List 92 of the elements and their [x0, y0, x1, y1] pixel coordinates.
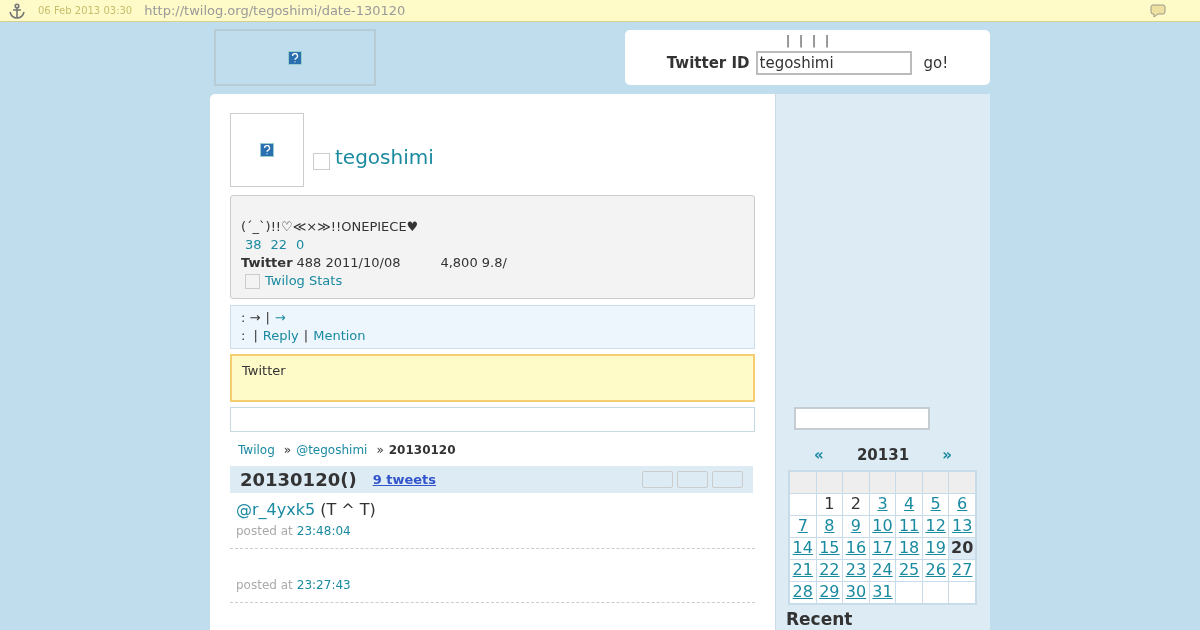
weekday-header-cell — [869, 471, 896, 493]
count-link[interactable]: 0 — [296, 236, 305, 254]
link-separator: | — [253, 327, 258, 345]
profile-name-link[interactable]: tegoshimi — [335, 142, 434, 172]
search-field[interactable] — [794, 407, 930, 430]
broken-image-icon — [288, 50, 302, 65]
mention-link[interactable]: Mention — [313, 327, 366, 345]
links-prefix: : → — [241, 309, 261, 327]
calendar-day[interactable]: 15 — [816, 537, 843, 559]
checkbox-placeholder-icon — [313, 153, 330, 170]
go-button[interactable]: go! — [923, 51, 949, 75]
calendar-day[interactable]: 13 — [949, 515, 975, 537]
time-link[interactable]: 23:48:04 — [296, 522, 351, 540]
calendar-day[interactable]: 26 — [922, 559, 949, 581]
calendar-day[interactable]: 29 — [816, 581, 843, 603]
count-link[interactable]: 22 — [270, 236, 288, 254]
calendar-day[interactable]: 3 — [869, 493, 896, 515]
toolbar-button[interactable] — [642, 471, 673, 488]
notice-text: Twitter — [242, 363, 286, 378]
weekday-header-cell — [896, 471, 922, 493]
calendar-day[interactable]: 12 — [922, 515, 949, 537]
calendar-day[interactable]: 21 — [790, 559, 816, 581]
calendar-title: 20131 — [856, 445, 910, 466]
calendar-day[interactable]: 30 — [843, 581, 869, 603]
calendar-day[interactable]: 14 — [790, 537, 816, 559]
profile-bio: (´_`)!!♡≪×≫!!ONEPIECE♥ — [241, 218, 420, 236]
link-separator: | — [265, 309, 270, 327]
toolbar-button[interactable] — [712, 471, 743, 488]
tweet-count-link[interactable]: 9 tweets — [372, 469, 437, 490]
breadcrumb-current: 20130120 — [388, 442, 456, 459]
calendar-day[interactable]: 10 — [869, 515, 896, 537]
calendar-day[interactable]: 4 — [896, 493, 922, 515]
calendar-day[interactable]: 7 — [790, 515, 816, 537]
checkbox-placeholder-icon — [245, 273, 260, 289]
speech-bubble-icon[interactable] — [1150, 2, 1166, 19]
broken-image-icon — [260, 143, 274, 157]
stats-link[interactable]: Twilog Stats — [265, 272, 343, 290]
calendar-day[interactable]: 16 — [843, 537, 869, 559]
nav-separator: | — [785, 34, 790, 48]
next-month-link[interactable]: » — [942, 444, 952, 467]
weekday-header-cell — [790, 471, 816, 493]
calendar-day[interactable]: 27 — [949, 559, 975, 581]
calendar-day[interactable]: 5 — [922, 493, 949, 515]
nav-separator: | — [798, 34, 803, 48]
posted-label: posted at — [236, 577, 293, 594]
calendar-day: 1 — [816, 493, 843, 515]
calendar-day[interactable]: 17 — [869, 537, 896, 559]
breadcrumb-link[interactable]: Twilog — [238, 441, 275, 459]
links-prefix: : — [241, 327, 246, 345]
count-link[interactable]: 38 — [245, 236, 262, 254]
weekday-header-cell — [949, 471, 975, 493]
calendar-day[interactable]: 11 — [896, 515, 922, 537]
time-link[interactable]: 23:27:43 — [296, 576, 351, 594]
breadcrumb-link[interactable]: @tegoshimi — [296, 441, 368, 459]
archive-date: 06 Feb 2013 03:30 — [38, 4, 133, 18]
calendar-day[interactable]: 23 — [843, 559, 869, 581]
posted-label: posted at — [236, 523, 293, 540]
twitter-label: Twitter — [241, 254, 293, 272]
nav-separator: | — [825, 34, 830, 48]
calendar-day[interactable]: 24 — [869, 559, 896, 581]
day-title: 20130120() — [240, 468, 357, 492]
toolbar-button[interactable] — [677, 471, 708, 488]
calendar-day[interactable]: 6 — [949, 493, 975, 515]
stats-info: 4,800 9.8/ — [440, 254, 507, 272]
mention-link[interactable]: Reply — [262, 327, 299, 345]
calendar-day[interactable]: 19 — [922, 537, 949, 559]
calendar-day[interactable]: 8 — [816, 515, 843, 537]
twitter-id-label: Twitter ID — [666, 52, 750, 74]
calendar-day[interactable]: 18 — [896, 537, 922, 559]
calendar-day[interactable]: 22 — [816, 559, 843, 581]
arrow-link[interactable]: → — [274, 309, 286, 327]
twitter-info: 488 2011/10/08 — [296, 254, 401, 272]
breadcrumb-separator: » — [376, 442, 384, 459]
weekday-header-cell — [816, 471, 843, 493]
anchor-icon — [8, 2, 26, 19]
twitter-id-field[interactable]: tegoshimi — [755, 51, 912, 75]
calendar-day: 20 — [949, 537, 975, 559]
weekday-header-cell — [922, 471, 949, 493]
weekday-header-cell — [843, 471, 869, 493]
archive-url: http://twilog.org/tegoshimi/date-130120 — [144, 1, 406, 20]
calendar-day: 2 — [843, 493, 869, 515]
mention-link[interactable]: @r_4yxk5 — [236, 498, 316, 522]
calendar-day[interactable]: 9 — [843, 515, 869, 537]
calendar-day[interactable]: 25 — [896, 559, 922, 581]
previous-month-link[interactable]: « — [814, 444, 824, 467]
breadcrumb-separator: » — [283, 442, 292, 459]
tweet-text: (T ^ T) — [320, 499, 376, 521]
calendar-day[interactable]: 28 — [790, 581, 816, 603]
nav-separator: | — [812, 34, 817, 48]
recent-heading: Recent — [786, 609, 854, 629]
link-separator: | — [303, 327, 309, 345]
calendar-day[interactable]: 31 — [869, 581, 896, 603]
